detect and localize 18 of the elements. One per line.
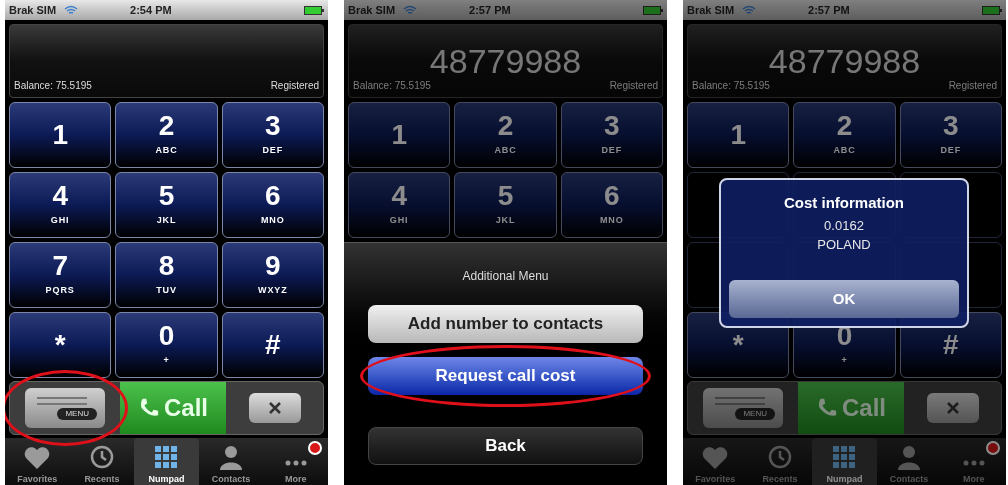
balance-label: Balance: 75.5195: [14, 79, 92, 93]
dialed-number: 48779988: [767, 44, 922, 78]
carrier-label: Brak SIM: [687, 2, 735, 18]
registration-status: Registered: [609, 79, 658, 93]
alert-message: 0.0162: [824, 217, 864, 234]
dialed-number: 48779988: [428, 44, 583, 78]
clock-time: 2:57 PM: [469, 2, 511, 18]
alert-message: POLAND: [817, 236, 871, 253]
balance-label: Balance: 75.5195: [353, 79, 431, 93]
alert-title: Cost information: [784, 193, 904, 213]
balance-label: Balance: 75.5195: [692, 79, 770, 93]
sheet-title: Additional Menu: [462, 268, 549, 285]
registration-status: Registered: [948, 79, 997, 93]
registration-status: Registered: [270, 79, 319, 93]
clock-time: 2:54 PM: [130, 2, 172, 18]
clock-time: 2:57 PM: [808, 2, 850, 18]
carrier-label: Brak SIM: [9, 2, 57, 18]
carrier-label: Brak SIM: [348, 2, 396, 18]
